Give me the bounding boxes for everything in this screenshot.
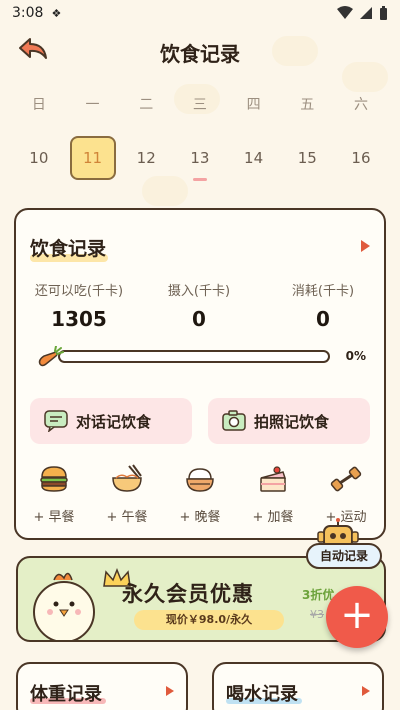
date-number[interactable]: 10 — [16, 136, 62, 180]
stat-label: 消耗(千卡) — [291, 284, 355, 299]
exercise-button[interactable]: + 运动 — [309, 464, 383, 525]
banner-original-price: ¥3 — [310, 608, 324, 621]
diet-record-card: 饮食记录 还可以吃(千卡) 1305 摄入(千卡) 0 消耗(千卡) 0 0% — [14, 208, 386, 540]
battery-icon — [380, 5, 387, 20]
weekday-label: 二 — [139, 97, 154, 113]
page-title: 饮食记录 — [160, 42, 240, 66]
banner-title: 永久会员优惠 — [122, 582, 254, 606]
date-number-today[interactable]: 11 — [69, 136, 116, 180]
meal-dinner-button[interactable]: + 晚餐 — [163, 464, 237, 525]
day-column[interactable]: 五 15 — [280, 94, 334, 180]
chat-record-label: 对话记饮食 — [76, 412, 152, 431]
card-title-text: 饮食记录 — [30, 238, 107, 260]
dumbbell-icon — [330, 466, 362, 492]
chicken-mascot-icon — [33, 572, 95, 640]
meal-label: + 加餐 — [252, 510, 294, 525]
progress-track — [58, 350, 330, 363]
burger-icon — [40, 466, 68, 492]
week-calendar: 日 10 一 11 二 12 三 13 四 14 五 15 六 16 — [12, 94, 388, 180]
weekday-label: 日 — [31, 97, 46, 113]
weight-record-title: 体重记录 — [30, 684, 102, 705]
meal-breakfast-button[interactable]: + 早餐 — [17, 464, 91, 525]
add-record-button[interactable]: + — [326, 586, 388, 648]
day-column[interactable]: 二 12 — [119, 94, 173, 180]
status-bar: 3:08 ❖ — [0, 0, 400, 26]
stat-value: 1305 — [51, 307, 107, 331]
chat-record-button[interactable]: 对话记饮食 — [30, 398, 192, 444]
stat-value: 0 — [316, 307, 330, 331]
background-cloud — [142, 176, 188, 206]
weight-record-card[interactable]: 体重记录 — [16, 662, 188, 710]
weekday-label: 三 — [192, 97, 207, 113]
stat-value: 0 — [192, 307, 206, 331]
photo-record-button[interactable]: 拍照记饮食 — [208, 398, 370, 444]
plus-icon: + — [340, 592, 374, 638]
chevron-right-icon — [166, 686, 174, 696]
cake-icon — [260, 466, 287, 492]
progress-percent: 0% — [345, 349, 366, 363]
chevron-right-icon — [362, 686, 370, 696]
stat-burned: 消耗(千卡) 0 — [278, 280, 368, 331]
camera-icon — [222, 410, 246, 431]
date-number[interactable]: 16 — [338, 136, 384, 180]
day-column[interactable]: 三 13 — [173, 94, 227, 180]
notification-icon: ❖ — [51, 6, 62, 20]
weekday-label: 四 — [246, 97, 261, 113]
water-record-card[interactable]: 喝水记录 — [212, 662, 384, 710]
date-number[interactable]: 14 — [231, 136, 277, 180]
meal-label: + 晚餐 — [179, 510, 221, 525]
auto-record-button[interactable]: 自动记录 — [306, 543, 382, 569]
day-column[interactable]: 一 11 — [66, 94, 120, 180]
day-column[interactable]: 六 16 — [334, 94, 388, 180]
stat-remaining: 还可以吃(千卡) 1305 — [34, 280, 124, 331]
calorie-progress — [36, 346, 330, 367]
day-column[interactable]: 日 10 — [12, 94, 66, 180]
day-column[interactable]: 四 14 — [227, 94, 281, 180]
date-number[interactable]: 15 — [284, 136, 330, 180]
header: 饮食记录 — [0, 30, 400, 70]
wifi-icon — [337, 6, 353, 19]
carrot-icon — [38, 346, 64, 367]
stat-label: 摄入(千卡) — [167, 284, 231, 299]
photo-record-label: 拍照记饮食 — [254, 412, 330, 431]
stat-label: 还可以吃(千卡) — [34, 284, 124, 299]
card-title: 饮食记录 — [30, 234, 106, 261]
noodle-bowl-icon — [112, 464, 142, 492]
water-record-title: 喝水记录 — [226, 684, 298, 705]
current-day-indicator — [193, 178, 207, 181]
stat-intake: 摄入(千卡) 0 — [154, 280, 244, 331]
card-more-arrow-icon[interactable] — [361, 240, 370, 252]
meal-lunch-button[interactable]: + 午餐 — [90, 464, 164, 525]
weekday-label: 一 — [85, 97, 100, 113]
rice-bowl-icon — [186, 468, 214, 492]
weekday-label: 六 — [353, 97, 368, 113]
chat-bubble-icon — [44, 410, 68, 432]
date-number[interactable]: 13 — [177, 136, 223, 180]
meal-label: + 午餐 — [106, 510, 148, 525]
banner-price: 现价￥98.0/永久 — [134, 610, 284, 630]
date-number[interactable]: 12 — [123, 136, 169, 180]
status-time: 3:08 — [12, 5, 44, 21]
meal-label: + 早餐 — [33, 510, 75, 525]
weekday-label: 五 — [300, 97, 315, 113]
meal-snack-button[interactable]: + 加餐 — [236, 464, 310, 525]
signal-icon — [360, 7, 372, 19]
